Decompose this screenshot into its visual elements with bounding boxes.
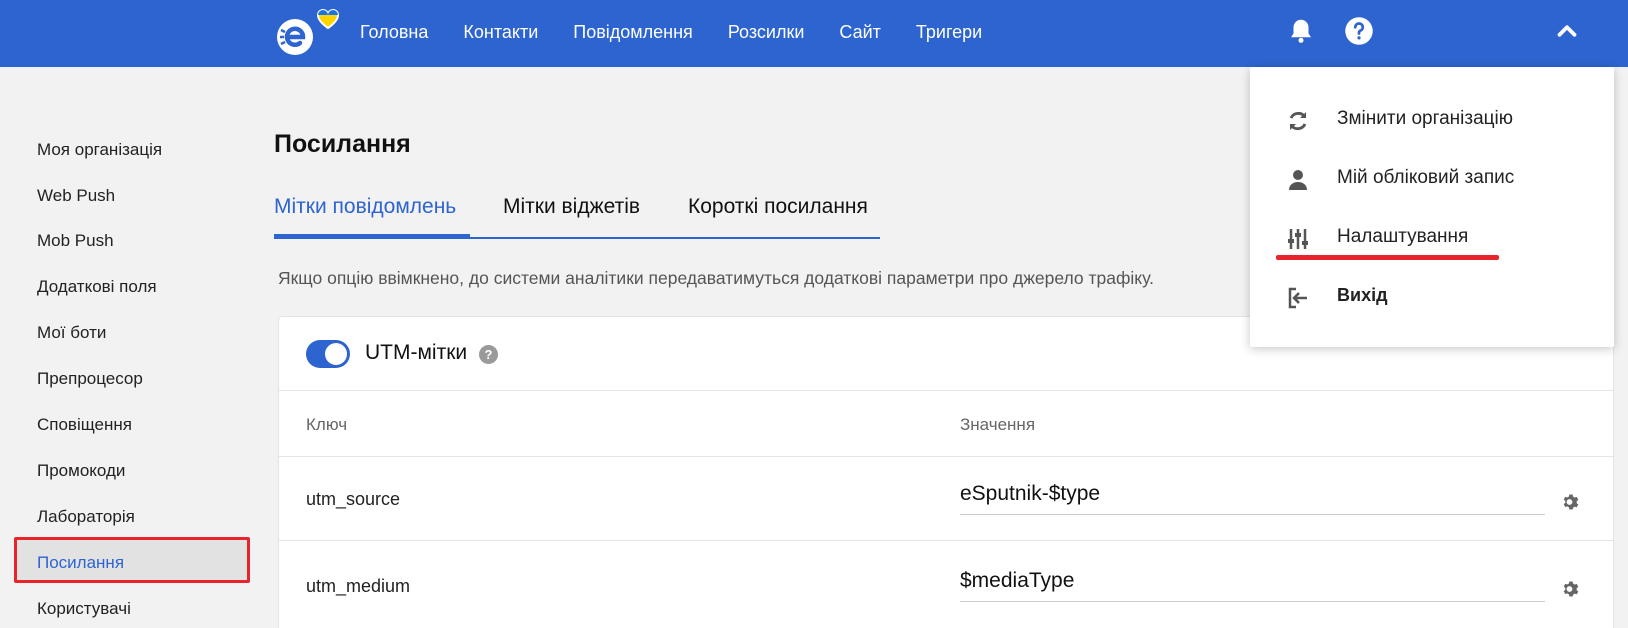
annotation-underline <box>1276 255 1499 260</box>
utm-help-icon[interactable]: ? <box>479 345 498 364</box>
tab-short-links[interactable]: Короткі посилання <box>688 195 868 219</box>
sliders-icon <box>1286 227 1310 251</box>
nav-home[interactable]: Головна <box>360 22 428 43</box>
nav-site[interactable]: Сайт <box>839 22 881 43</box>
tabs-bar: Мітки повідомлень Мітки віджетів Короткі… <box>274 193 880 239</box>
sidebar-item-links[interactable]: Посилання <box>37 553 124 573</box>
column-header-key: Ключ <box>306 415 348 434</box>
sidebar-item-users[interactable]: Користувачі <box>37 599 131 619</box>
utm-card: UTM-мітки ? Ключ Значення utm_source eSp… <box>278 316 1614 628</box>
gear-icon[interactable] <box>1561 492 1581 512</box>
menu-label: Мій обліковий запис <box>1337 167 1515 188</box>
page-title: Посилання <box>274 130 411 158</box>
menu-item-my-account[interactable]: Мій обліковий запис <box>1250 154 1614 204</box>
nav-triggers[interactable]: Тригери <box>916 22 982 43</box>
sync-icon <box>1286 109 1310 133</box>
bell-icon[interactable] <box>1286 16 1316 46</box>
sidebar-item-promocodes[interactable]: Промокоди <box>37 461 125 481</box>
sidebar-item-preprocessor[interactable]: Препроцесор <box>37 369 143 389</box>
menu-label: Вихід <box>1337 285 1388 305</box>
row-key-utm-source: utm_source <box>306 489 401 509</box>
gear-icon[interactable] <box>1561 579 1581 599</box>
user-dropdown-menu: Змінити організацію Мій обліковий запис … <box>1250 67 1614 347</box>
utm-toggle-label: UTM-мітки <box>365 341 468 364</box>
help-icon[interactable] <box>1344 16 1374 46</box>
description-text: Якщо опцію ввімкнено, до системи аналіти… <box>278 268 1154 288</box>
menu-label: Змінити організацію <box>1337 108 1514 129</box>
active-tab-indicator <box>274 234 470 238</box>
main-nav: Головна Контакти Повідомлення Розсилки С… <box>360 0 1017 64</box>
tab-widget-labels[interactable]: Мітки віджетів <box>503 195 640 219</box>
sidebar-item-additional-fields[interactable]: Додаткові поля <box>37 277 157 297</box>
row-divider <box>279 540 1613 541</box>
sidebar-item-mob-push[interactable]: Mob Push <box>37 231 114 251</box>
row-value-utm-medium[interactable]: $mediaType <box>960 569 1545 602</box>
row-key-utm-medium: utm_medium <box>306 576 411 596</box>
nav-campaigns[interactable]: Розсилки <box>728 22 805 43</box>
menu-label: Налаштування <box>1337 226 1469 247</box>
top-navigation-bar: Головна Контакти Повідомлення Розсилки С… <box>0 0 1628 67</box>
column-header-value: Значення <box>960 415 1036 434</box>
utm-toggle[interactable] <box>306 340 350 368</box>
menu-item-change-organization[interactable]: Змінити організацію <box>1250 95 1614 145</box>
sidebar-item-laboratory[interactable]: Лабораторія <box>37 507 135 527</box>
user-icon <box>1286 168 1310 192</box>
row-value-utm-source[interactable]: eSputnik-$type <box>960 482 1545 515</box>
sidebar-item-my-bots[interactable]: Мої боти <box>37 323 106 343</box>
logo-icon[interactable] <box>276 6 340 60</box>
menu-item-logout[interactable]: Вихід <box>1250 272 1614 322</box>
sidebar-item-my-organization[interactable]: Моя організація <box>37 140 162 160</box>
chevron-up-icon[interactable] <box>1552 16 1582 46</box>
nav-messages[interactable]: Повідомлення <box>573 22 693 43</box>
row-divider <box>279 456 1613 457</box>
sidebar-item-notifications[interactable]: Сповіщення <box>37 415 132 435</box>
sidebar-item-web-push[interactable]: Web Push <box>37 186 115 206</box>
nav-contacts[interactable]: Контакти <box>463 22 538 43</box>
tab-message-labels[interactable]: Мітки повідомлень <box>274 195 456 219</box>
logout-icon <box>1286 286 1310 310</box>
toggle-knob <box>325 343 347 365</box>
